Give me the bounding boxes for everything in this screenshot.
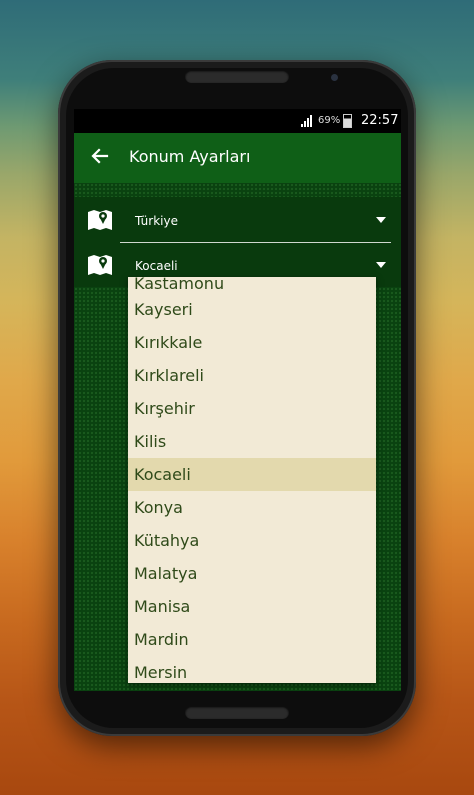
front-camera xyxy=(331,74,338,81)
status-time: 22:57 xyxy=(361,113,399,128)
dropdown-arrow-icon[interactable] xyxy=(376,262,386,268)
app-bar: Konum Ayarları xyxy=(74,133,401,183)
list-item[interactable]: Kayseri xyxy=(128,293,376,326)
list-item[interactable]: Mardin xyxy=(128,623,376,656)
page-title: Konum Ayarları xyxy=(129,147,251,166)
dropdown-arrow-icon[interactable] xyxy=(376,217,386,223)
battery-icon xyxy=(343,114,352,128)
list-item[interactable]: Mersin xyxy=(128,656,376,683)
map-icon xyxy=(88,255,112,275)
bottom-speaker xyxy=(185,706,289,719)
list-item[interactable]: Manisa xyxy=(128,590,376,623)
phone-screen: 69% 22:57 Konum Ayarları Türkiye Kocaeli xyxy=(74,109,401,691)
map-icon xyxy=(88,210,112,230)
country-row[interactable]: Türkiye xyxy=(74,198,401,242)
earpiece-speaker xyxy=(185,70,289,83)
list-item-selected[interactable]: Kocaeli xyxy=(128,458,376,491)
status-bar: 69% 22:57 xyxy=(74,109,401,133)
list-item[interactable]: Kırşehir xyxy=(128,392,376,425)
signal-icon xyxy=(301,115,312,127)
list-item[interactable]: Kilis xyxy=(128,425,376,458)
battery-percent: 69% xyxy=(318,115,341,126)
city-label: Kocaeli xyxy=(135,259,178,273)
city-dropdown-list[interactable]: Kastamonu Kayseri Kırıkkale Kırklareli K… xyxy=(128,277,376,683)
list-item[interactable]: Konya xyxy=(128,491,376,524)
list-item[interactable]: Kütahya xyxy=(128,524,376,557)
list-item[interactable]: Malatya xyxy=(128,557,376,590)
list-item[interactable]: Kırklareli xyxy=(128,359,376,392)
country-label: Türkiye xyxy=(135,214,178,228)
arrow-left-icon[interactable] xyxy=(90,146,110,166)
list-item[interactable]: Kırıkkale xyxy=(128,326,376,359)
